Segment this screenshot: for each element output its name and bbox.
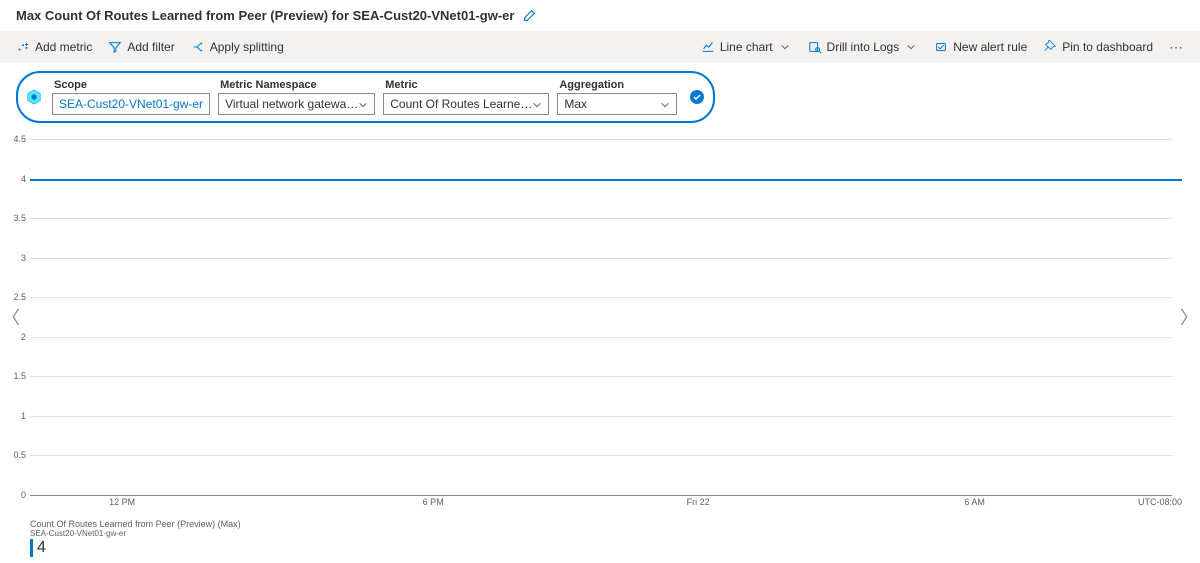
x-axis: 12 PM 6 PM Fri 22 6 AM UTC-08:00 (30, 495, 1182, 509)
drill-into-logs-button[interactable]: Drill into Logs (808, 40, 919, 54)
namespace-value: Virtual network gatewa… (225, 97, 358, 111)
x-tick: Fri 22 (687, 497, 710, 507)
y-tick: 1.5 (13, 371, 26, 381)
add-metric-label: Add metric (35, 40, 92, 54)
metric-label: Metric (383, 79, 549, 91)
add-filter-label: Add filter (127, 40, 174, 54)
resource-icon (24, 87, 44, 107)
gridline (30, 258, 1172, 259)
scope-value: SEA-Cust20-VNet01-gw-er (59, 97, 203, 111)
line-chart-label: Line chart (720, 40, 773, 54)
aggregation-value: Max (564, 97, 587, 111)
chevron-down-icon (904, 40, 918, 54)
data-series-line (30, 179, 1182, 181)
more-icon: ⋯ (1169, 39, 1184, 56)
y-tick: 4 (21, 174, 26, 184)
add-metric-button[interactable]: Add metric (16, 40, 92, 54)
x-tick: 6 PM (423, 497, 444, 507)
pin-to-dashboard-button[interactable]: Pin to dashboard (1043, 40, 1153, 54)
x-tick: 12 PM (109, 497, 135, 507)
add-filter-button[interactable]: Add filter (108, 40, 174, 54)
confirm-icon[interactable] (689, 89, 705, 105)
apply-splitting-button[interactable]: Apply splitting (191, 40, 284, 54)
gridline (30, 139, 1172, 140)
gridline (30, 297, 1172, 298)
new-alert-rule-button[interactable]: New alert rule (934, 40, 1027, 54)
y-tick: 0 (21, 490, 26, 500)
metric-value: Count Of Routes Learne… (390, 97, 532, 111)
legend-title: Count Of Routes Learned from Peer (Previ… (30, 519, 1184, 529)
aggregation-dropdown[interactable]: Max (557, 93, 677, 115)
gridline (30, 337, 1172, 338)
legend-subtitle: SEA-Cust20-VNet01-gw-er (30, 529, 1184, 538)
y-tick: 3.5 (13, 213, 26, 223)
namespace-dropdown[interactable]: Virtual network gatewa… (218, 93, 375, 115)
timezone-label: UTC-08:00 (1138, 497, 1182, 507)
legend[interactable]: Count Of Routes Learned from Peer (Previ… (0, 513, 1200, 563)
splitting-icon (191, 40, 205, 54)
x-tick: 6 AM (964, 497, 985, 507)
pin-icon (1043, 40, 1057, 54)
y-tick: 3 (21, 253, 26, 263)
add-metric-icon (16, 40, 30, 54)
metric-dropdown[interactable]: Count Of Routes Learne… (383, 93, 549, 115)
pin-to-dashboard-label: Pin to dashboard (1062, 40, 1153, 54)
more-button[interactable]: ⋯ (1169, 39, 1184, 56)
page-title: Max Count Of Routes Learned from Peer (P… (16, 8, 514, 23)
y-tick: 0.5 (13, 450, 26, 460)
filter-icon (108, 40, 122, 54)
apply-splitting-label: Apply splitting (210, 40, 284, 54)
y-tick: 4.5 (13, 134, 26, 144)
edit-icon[interactable] (522, 9, 536, 23)
line-chart-dropdown[interactable]: Line chart (701, 40, 792, 54)
drill-into-logs-label: Drill into Logs (827, 40, 900, 54)
namespace-label: Metric Namespace (218, 79, 375, 91)
y-tick: 2.5 (13, 292, 26, 302)
chevron-down-icon (532, 99, 542, 109)
chevron-down-icon (778, 40, 792, 54)
chevron-down-icon (660, 99, 670, 109)
y-axis: 4.5 4 3.5 3 2.5 2 1.5 1 0.5 0 (0, 139, 28, 495)
alert-icon (934, 40, 948, 54)
gridline (30, 416, 1172, 417)
line-chart-icon (701, 40, 715, 54)
scope-label: Scope (52, 79, 210, 91)
new-alert-rule-label: New alert rule (953, 40, 1027, 54)
gridline (30, 376, 1172, 377)
logs-icon (808, 40, 822, 54)
chart-plot[interactable] (30, 139, 1182, 495)
scope-dropdown[interactable]: SEA-Cust20-VNet01-gw-er (52, 93, 210, 115)
legend-value: 4 (30, 539, 1184, 557)
gridline (30, 455, 1172, 456)
gridline (30, 218, 1172, 219)
chevron-down-icon (358, 99, 368, 109)
y-tick: 2 (21, 332, 26, 342)
chart-area: 4.5 4 3.5 3 2.5 2 1.5 1 0.5 0 12 PM 6 PM… (30, 139, 1192, 509)
metric-query-bubble: Scope SEA-Cust20-VNet01-gw-er Metric Nam… (16, 71, 715, 123)
y-tick: 1 (21, 411, 26, 421)
aggregation-label: Aggregation (557, 79, 677, 91)
